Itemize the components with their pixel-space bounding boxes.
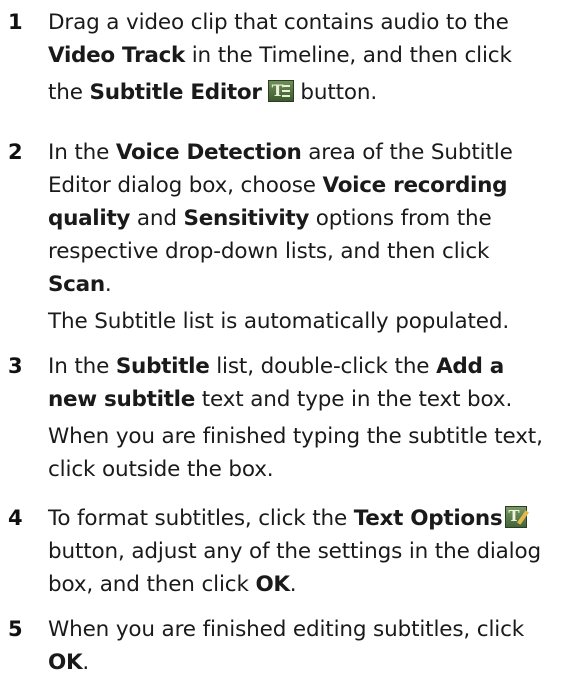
step-text: In the Subtitle list, double-click the A… [48, 350, 568, 486]
text-line: In the Voice Detection area of the Subti… [48, 140, 513, 165]
emphasis-ok: OK [255, 572, 290, 597]
emphasis-scan: Scan [48, 272, 105, 297]
text-line: OK. [48, 650, 90, 675]
text-line: respective drop-down lists, and then cli… [48, 239, 490, 264]
emphasis-new-subtitle: new subtitle [48, 387, 196, 412]
step-number: 3 [8, 354, 23, 378]
text-line: box, and then click OK. [48, 572, 297, 597]
emphasis-voice-detection: Voice Detection [115, 140, 302, 165]
step-text: To format subtitles, click the Text Opti… [48, 502, 568, 601]
step-note: click outside the box. [48, 457, 274, 482]
text-line: To format subtitles, click the Text Opti… [48, 502, 568, 535]
text-line: Editor dialog box, choose Voice recordin… [48, 173, 508, 198]
text-line: the Subtitle Editor T button. [48, 80, 378, 105]
step-text: Drag a video clip that contains audio to… [48, 6, 568, 109]
emphasis-subtitle: Subtitle [115, 354, 210, 379]
text-line: In the Subtitle list, double-click the A… [48, 354, 504, 379]
text-line: Drag a video clip that contains audio to… [48, 10, 509, 35]
subtitle-editor-icon: T [267, 80, 294, 102]
emphasis-ok: OK [48, 650, 83, 675]
text-line: Video Track in the Timeline, and then cl… [48, 43, 512, 68]
step-note: The Subtitle list is automatically popul… [48, 309, 510, 334]
text-options-icon: T [505, 506, 530, 528]
step-number: 5 [8, 617, 23, 641]
step-number: 4 [8, 506, 23, 530]
step-text: In the Voice Detection area of the Subti… [48, 136, 568, 338]
instructions-page: 1 Drag a video clip that contains audio … [0, 0, 575, 675]
step-text: When you are finished editing subtitles,… [48, 613, 568, 679]
text-line: When you are finished editing subtitles,… [48, 617, 525, 642]
step-note: When you are finished typing the subtitl… [48, 424, 543, 449]
emphasis-sensitivity: Sensitivity [183, 206, 310, 231]
emphasis-quality: quality [48, 206, 131, 231]
emphasis-voice-recording: Voice recording [322, 173, 508, 198]
step-number: 1 [8, 10, 23, 34]
text-line: button, adjust any of the settings in th… [48, 539, 542, 564]
emphasis-add-a: Add a [436, 354, 504, 379]
emphasis-text-options: Text Options [353, 506, 503, 531]
text-line: quality and Sensitivity options from the [48, 206, 492, 231]
emphasis-video-track: Video Track [48, 43, 186, 68]
step-number: 2 [8, 140, 23, 164]
emphasis-subtitle-editor: Subtitle Editor [89, 80, 262, 105]
text-line: Scan. [48, 272, 112, 297]
text-line: new subtitle text and type in the text b… [48, 387, 513, 412]
